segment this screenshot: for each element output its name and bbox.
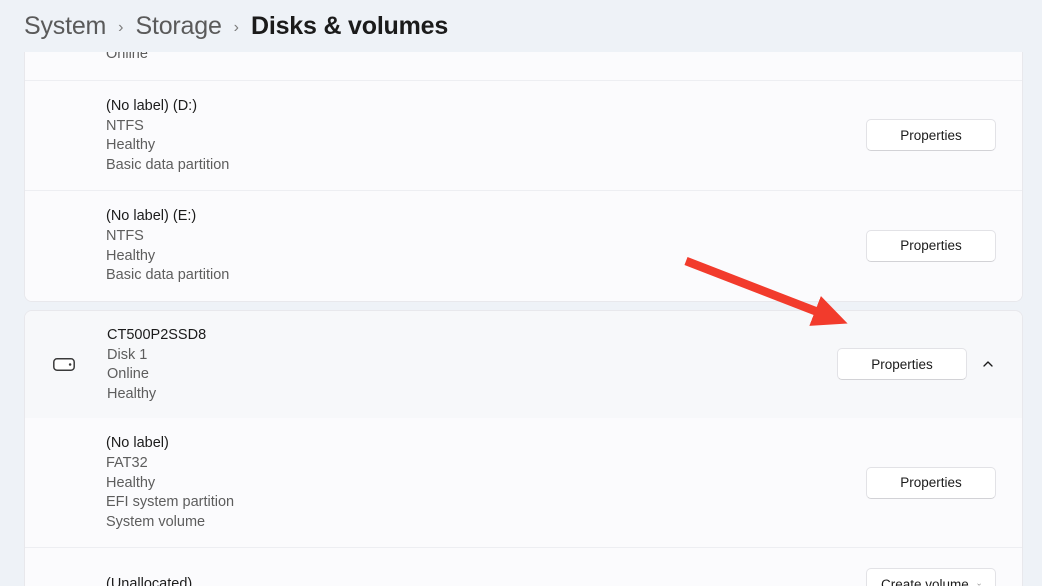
disk-header-row[interactable]: CT500P2SSD8 Disk 1 Online Healthy Proper… <box>25 310 1022 418</box>
volume-row-e[interactable]: (No label) (E:) NTFS Healthy Basic data … <box>25 190 1022 301</box>
volume-row-efi-title: (No label) <box>106 435 169 451</box>
disk-health: Healthy <box>107 385 157 402</box>
disks-and-volumes-list[interactable]: Online Properties (No label) (D:) NTFS H… <box>0 52 1042 586</box>
chevron-down-icon <box>977 583 981 586</box>
volume-row-d-title: (No label) (D:) <box>106 97 198 114</box>
volume-row-d-type: Basic data partition <box>106 156 230 173</box>
volume-row-e-health: Healthy <box>106 247 156 264</box>
volume-row-e-type: Basic data partition <box>106 267 230 283</box>
disk-number: Disk 1 <box>107 346 148 363</box>
volume-row-partial[interactable]: Online Properties <box>25 52 1022 80</box>
volume-row-efi-volume-type: System volume <box>106 513 206 530</box>
volume-row-e-filesystem: NTFS <box>106 228 144 244</box>
volume-row-d-actions: Properties <box>866 119 996 152</box>
disk-header-text: CT500P2SSD8 Disk 1 Online Healthy <box>87 325 837 405</box>
breadcrumb-separator-1: › <box>118 19 124 36</box>
volume-group-card: Online Properties (No label) (D:) NTFS H… <box>24 52 1023 302</box>
hard-disk-icon <box>49 357 87 371</box>
volume-row-efi-partition-type: EFI system partition <box>106 494 235 510</box>
volume-row-efi-filesystem: FAT32 <box>106 455 148 471</box>
create-volume-button[interactable]: Create volume <box>866 568 996 586</box>
volume-row-partial-status: Online <box>106 52 148 62</box>
disk-card-ct500p2ssd8: CT500P2SSD8 Disk 1 Online Healthy Proper… <box>24 309 1023 586</box>
properties-button-efi[interactable]: Properties <box>866 466 996 499</box>
breadcrumb-item-storage[interactable]: Storage <box>135 12 221 41</box>
volume-row-d[interactable]: (No label) (D:) NTFS Healthy Basic data … <box>25 79 1022 190</box>
volume-row-d-filesystem: NTFS <box>106 117 144 134</box>
disk-header-actions: Properties <box>837 348 1004 381</box>
create-volume-button-label: Create volume <box>881 576 969 586</box>
chevron-up-icon[interactable] <box>972 348 1004 380</box>
disk-model-name: CT500P2SSD8 <box>107 326 207 343</box>
volume-row-efi-health: Healthy <box>106 474 156 491</box>
volume-row-d-text: (No label) (D:) NTFS Healthy Basic data … <box>106 96 229 176</box>
volume-row-unallocated-actions: Create volume <box>866 568 996 586</box>
volume-row-efi[interactable]: (No label) FAT32 Healthy EFI system part… <box>25 418 1022 547</box>
properties-button-e[interactable]: Properties <box>866 229 996 262</box>
page-title: Disks & volumes <box>250 11 449 40</box>
properties-button-disk[interactable]: Properties <box>837 348 967 381</box>
volume-row-e-title: (No label) (E:) <box>106 208 197 224</box>
volume-row-unallocated-title: (Unallocated) <box>106 575 193 586</box>
volume-row-e-text: (No label) (E:) NTFS Healthy Basic data … <box>106 206 229 286</box>
volume-row-efi-actions: Properties <box>866 466 996 499</box>
volume-row-partial-text: Online <box>106 52 148 65</box>
volume-row-efi-text: (No label) FAT32 Healthy EFI system part… <box>106 433 234 532</box>
disk-status: Online <box>107 366 149 382</box>
breadcrumb-separator-2: › <box>233 19 239 36</box>
volume-row-unallocated-text: (Unallocated) <box>106 574 192 586</box>
volume-row-e-actions: Properties <box>866 229 996 262</box>
volume-row-unallocated[interactable]: (Unallocated) Create volume <box>25 547 1022 586</box>
breadcrumb: System › Storage › Disks & volumes <box>0 0 1042 52</box>
volume-row-d-health: Healthy <box>106 137 156 153</box>
breadcrumb-item-system[interactable]: System <box>24 12 106 41</box>
properties-button-d[interactable]: Properties <box>866 119 996 152</box>
